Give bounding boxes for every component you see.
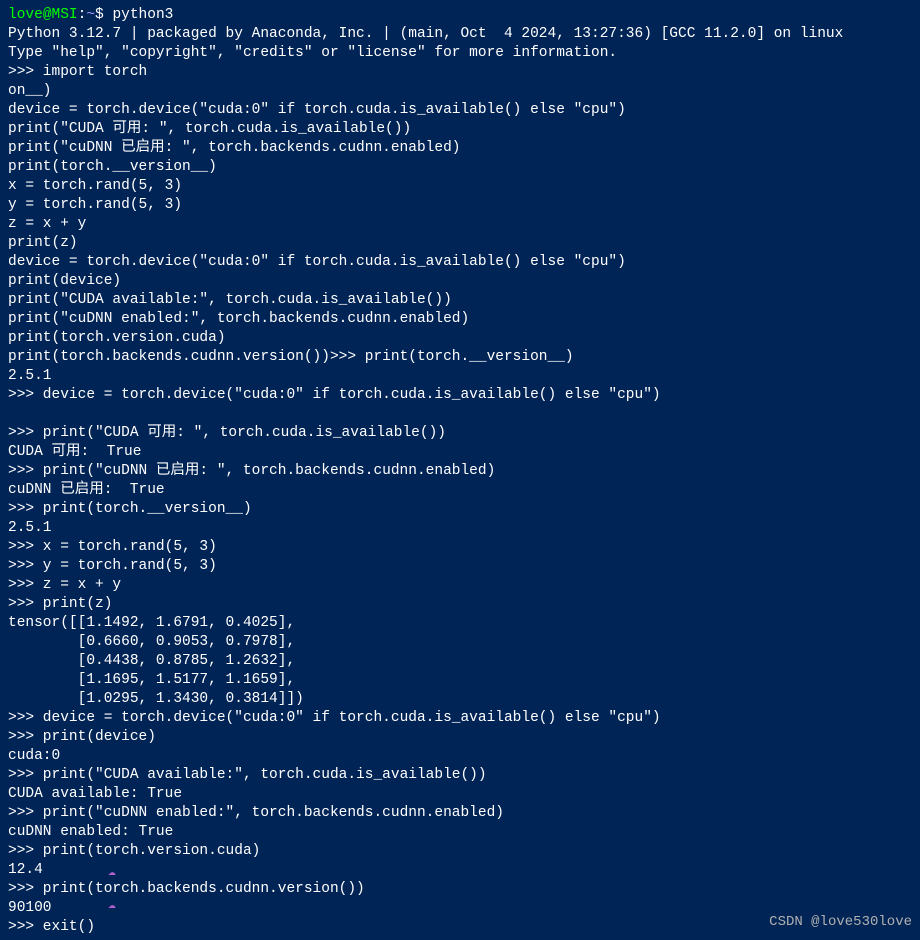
terminal-line: cuDNN 已启用: True [8,481,912,500]
terminal-line: print(device) [8,272,912,291]
terminal-line: >>> print(device) [8,728,912,747]
prompt-line: love@MSI:~$ python3 [8,6,912,25]
terminal-line: >>> print("CUDA available:", torch.cuda.… [8,766,912,785]
terminal-line: [0.6660, 0.9053, 0.7978], [8,633,912,652]
terminal-line: Type "help", "copyright", "credits" or "… [8,44,912,63]
terminal-line: >>> print("cuDNN enabled:", torch.backen… [8,804,912,823]
terminal-line: x = torch.rand(5, 3) [8,177,912,196]
terminal-line: >>> z = x + y [8,576,912,595]
terminal-line: print("CUDA available:", torch.cuda.is_a… [8,291,912,310]
terminal-line: 2.5.1 [8,367,912,386]
terminal-line: >>> print(torch.__version__) [8,500,912,519]
terminal-output[interactable]: love@MSI:~$ python3 Python 3.12.7 | pack… [8,6,912,937]
terminal-line: cuDNN enabled: True [8,823,912,842]
prompt-command: python3 [112,7,173,23]
terminal-line: >>> print("CUDA 可用: ", torch.cuda.is_ava… [8,424,912,443]
terminal-line: device = torch.device("cuda:0" if torch.… [8,253,912,272]
terminal-line: y = torch.rand(5, 3) [8,196,912,215]
terminal-line: device = torch.device("cuda:0" if torch.… [8,101,912,120]
terminal-line: tensor([[1.1492, 1.6791, 0.4025], [8,614,912,633]
terminal-line: print(torch.backends.cudnn.version())>>>… [8,348,912,367]
terminal-line: [1.0295, 1.3430, 0.3814]]) [8,690,912,709]
watermark: CSDN @love530love [769,913,912,932]
terminal-line [8,405,912,424]
terminal-line: print("CUDA 可用: ", torch.cuda.is_availab… [8,120,912,139]
prompt-host: MSI [52,7,78,23]
terminal-line: >>> print(z) [8,595,912,614]
terminal-line: CUDA available: True [8,785,912,804]
prompt-dollar: $ [95,7,104,23]
terminal-line: [1.1695, 1.5177, 1.1659], [8,671,912,690]
terminal-line: >>> print(torch.version.cuda) [8,842,912,861]
terminal-line: print("cuDNN enabled:", torch.backends.c… [8,310,912,329]
terminal-line: on__) [8,82,912,101]
terminal-line: z = x + y [8,215,912,234]
prompt-at: @ [43,7,52,23]
terminal-line: cuda:0 [8,747,912,766]
prompt-user: love [8,7,43,23]
terminal-line: Python 3.12.7 | packaged by Anaconda, In… [8,25,912,44]
terminal-line: print(z) [8,234,912,253]
prompt-path: ~ [86,7,95,23]
terminal-line: 2.5.1 [8,519,912,538]
terminal-line: >>> print("cuDNN 已启用: ", torch.backends.… [8,462,912,481]
cloud-icon: ☁ [108,862,116,881]
terminal-line: CUDA 可用: True [8,443,912,462]
terminal-line: >>> import torch [8,63,912,82]
terminal-line: 12.4 [8,861,912,880]
cloud-icon: ☁ [108,895,116,914]
terminal-line: print(torch.version.cuda) [8,329,912,348]
terminal-line: >>> device = torch.device("cuda:0" if to… [8,386,912,405]
terminal-line: print(torch.__version__) [8,158,912,177]
terminal-line: [0.4438, 0.8785, 1.2632], [8,652,912,671]
output-lines: Python 3.12.7 | packaged by Anaconda, In… [8,25,912,937]
terminal-line: >>> x = torch.rand(5, 3) [8,538,912,557]
terminal-line: >>> print(torch.backends.cudnn.version()… [8,880,912,899]
terminal-line: >>> y = torch.rand(5, 3) [8,557,912,576]
terminal-line: print("cuDNN 已启用: ", torch.backends.cudn… [8,139,912,158]
terminal-line: >>> device = torch.device("cuda:0" if to… [8,709,912,728]
